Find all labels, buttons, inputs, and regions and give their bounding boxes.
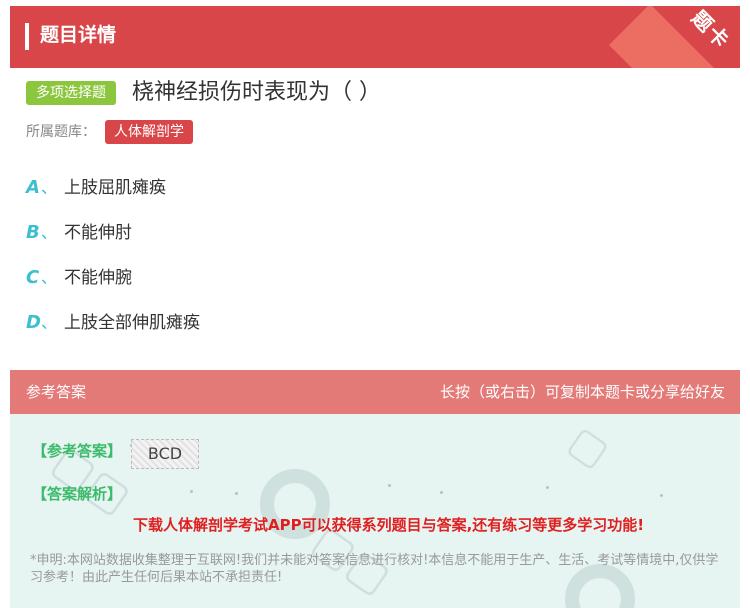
option-letter: A [26, 177, 40, 198]
download-app-promo-link[interactable]: 下载人体解剖学考试APP可以获得系列题目与答案,还有练习等更多学习功能! [133, 514, 644, 536]
reference-answer-label: 【参考答案】 [32, 442, 123, 460]
option-text: 上肢全部伸肌瘫痪 [64, 313, 200, 333]
reference-answer-value: BCD [131, 439, 199, 469]
decor-dot [440, 491, 443, 494]
decor-dot [660, 494, 663, 497]
watermark-shape: ▢ [560, 417, 618, 477]
answer-section-header: 参考答案 长按（或右击）可复制本题卡或分享给好友 [10, 370, 740, 414]
decor-dot [190, 490, 193, 493]
option-text: 不能伸腕 [64, 268, 132, 288]
option-letter: B [26, 222, 40, 243]
decor-dot [388, 484, 391, 487]
page-title: 题目详情 [40, 24, 117, 46]
option-text: 上肢屈肌瘫痪 [64, 178, 166, 198]
title-accent-bar [25, 23, 29, 50]
question-bank-tag[interactable]: 人体解剖学 [105, 120, 193, 144]
question-title: 桡神经损伤时表现为（ ） [132, 80, 381, 105]
option-letter: C [26, 267, 40, 288]
option-separator: 、 [41, 223, 58, 242]
share-hint: 长按（或右击）可复制本题卡或分享给好友 [439, 383, 725, 401]
option-letter: D [26, 312, 41, 333]
disclaimer-notice: *申明:本网站数据收集整理于互联网!我们并未能对答案信息进行核对!本信息不能用于… [30, 553, 719, 585]
question-type-tag: 多项选择题 [26, 81, 116, 105]
answer-section-title: 参考答案 [26, 383, 87, 401]
question-bank-label: 所属题库： [26, 124, 96, 140]
option-separator: 、 [41, 313, 58, 332]
option-separator: 、 [41, 178, 58, 197]
option-separator: 、 [41, 268, 58, 287]
decor-dot [235, 492, 238, 495]
page-header: 题目详情 [10, 6, 740, 68]
decor-dot [546, 486, 549, 489]
answer-analysis-label: 【答案解析】 [32, 485, 123, 503]
option-text: 不能伸肘 [64, 223, 132, 243]
